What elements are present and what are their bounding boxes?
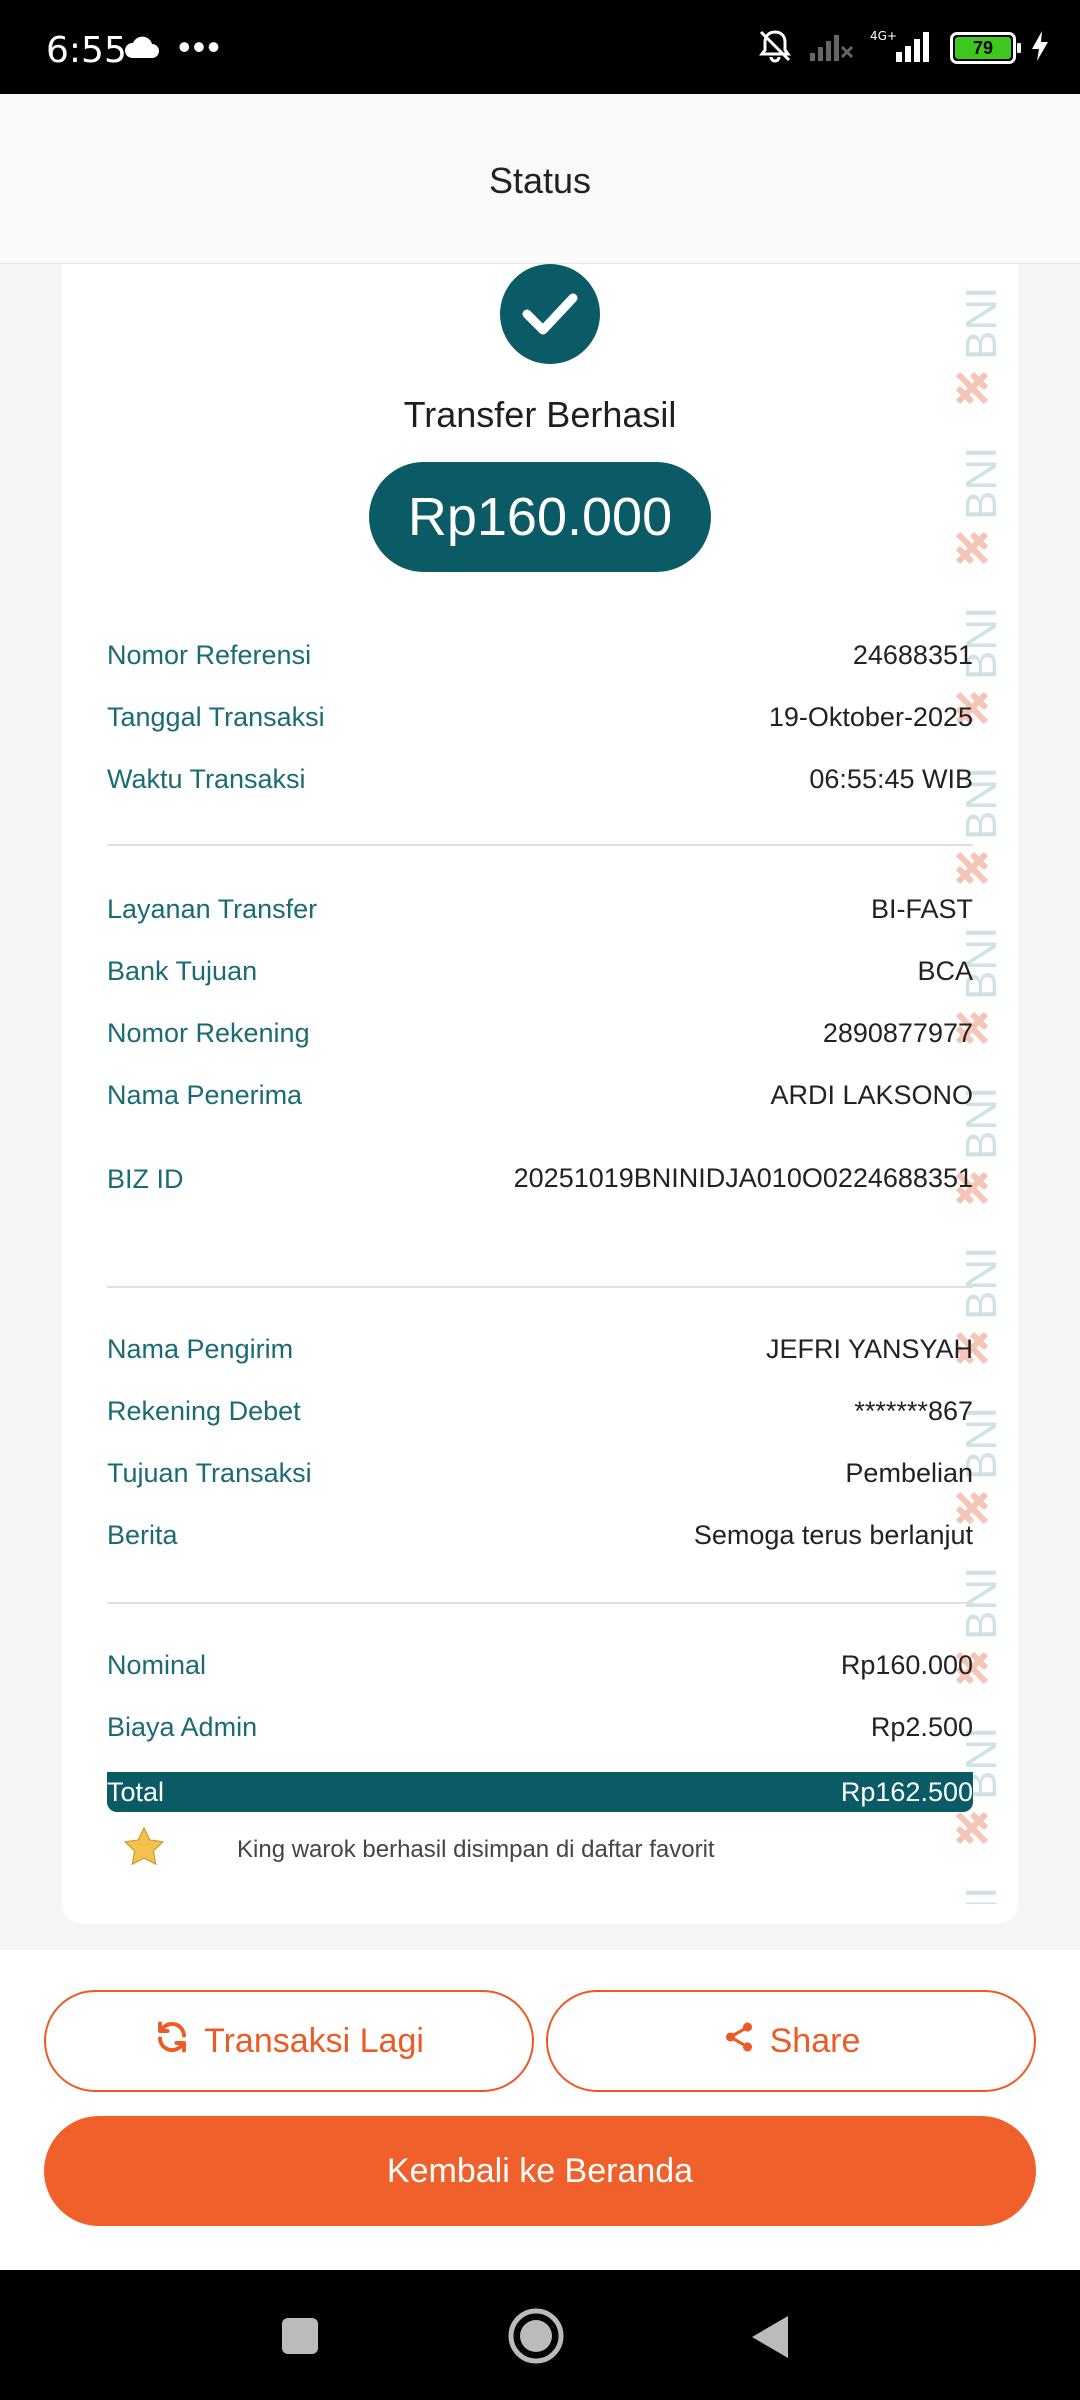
detail-label: Nama Pengirim (107, 1334, 294, 1364)
back-to-home-button[interactable]: Kembali ke Beranda (44, 2116, 1036, 2226)
divider (107, 1602, 973, 1604)
signal-sim2-icon: 4G+ (870, 28, 936, 69)
watermark-logo-mark (955, 1491, 989, 1525)
detail-label: Waktu Transaksi (107, 764, 306, 794)
status-bar: 6:55 ••• 4G+ 79 (0, 0, 1080, 94)
system-nav-bar (0, 2270, 1080, 2400)
detail-label: Nomor Referensi (107, 640, 312, 670)
battery-level: 79 (955, 37, 1011, 59)
detail-label: BIZ ID (107, 1164, 184, 1194)
favorite-message: King warok berhasil disimpan di daftar f… (237, 1836, 715, 1863)
detail-value: 20251019BNINIDJA010O0224688351 (513, 1163, 973, 1193)
refresh-icon (154, 2019, 190, 2064)
mute-bell-icon (756, 27, 794, 70)
favorite-notice: King warok berhasil disimpan di daftar f… (117, 1824, 977, 1874)
back-button[interactable] (750, 2314, 790, 2365)
app-header: Status (0, 94, 1080, 264)
share-button[interactable]: Share (546, 1990, 1036, 2092)
detail-value: 19-Oktober-2025 (768, 702, 973, 732)
share-icon (722, 2019, 756, 2064)
detail-value: Rp160.000 (840, 1650, 973, 1680)
detail-value: BCA (917, 956, 973, 986)
status-time: 6:55 (46, 30, 127, 71)
transfer-status-title: Transfer Berhasil (403, 394, 677, 435)
detail-value: BI-FAST (870, 894, 973, 924)
repeat-transaction-label: Transaksi Lagi (204, 2021, 424, 2060)
total-row: Total Rp162.500 (107, 1772, 973, 1812)
detail-label: Nominal (107, 1650, 207, 1680)
detail-value: Semoga terus berlanjut (693, 1520, 973, 1550)
detail-value: 06:55:45 WIB (809, 764, 973, 794)
recent-apps-button[interactable] (280, 2316, 320, 2361)
detail-value: ARDI LAKSONO (770, 1080, 973, 1110)
svg-text:4G+: 4G+ (870, 29, 897, 43)
detail-label: Rekening Debet (107, 1396, 301, 1426)
detail-value: 24688351 (852, 640, 973, 670)
detail-value: JEFRI YANSYAH (765, 1334, 973, 1364)
detail-label: Tanggal Transaksi (107, 702, 325, 732)
watermark-text: BNI (957, 1247, 1006, 1320)
repeat-transaction-button[interactable]: Transaksi Lagi (44, 1990, 534, 2092)
divider (107, 1286, 973, 1288)
detail-value: 2890877977 (822, 1018, 973, 1048)
page-title: Status (488, 160, 592, 201)
detail-label: Tujuan Transaksi (107, 1458, 312, 1488)
watermark-logo-mark (955, 851, 989, 885)
total-value: Rp162.500 (840, 1777, 973, 1807)
signal-sim1-icon (808, 29, 856, 68)
detail-label: Bank Tujuan (107, 956, 258, 986)
notification-dots: ••• (178, 26, 222, 67)
battery-icon: 79 (950, 32, 1021, 64)
detail-label: Layanan Transfer (107, 894, 318, 924)
watermark-text: BNI (957, 1887, 1006, 1904)
success-check-icon (500, 264, 600, 364)
action-area: Transaksi Lagi Share Kembali ke Beranda (0, 1950, 1080, 2270)
detail-value: *******867 (854, 1396, 973, 1426)
watermark-text: BNI (957, 287, 1006, 360)
detail-value: Pembelian (845, 1458, 973, 1488)
receipt-card: BNIBNIBNIBNIBNIBNIBNIBNIBNIBNIBNI Transf… (62, 264, 1018, 1924)
cloud-icon (124, 36, 160, 65)
detail-label: Nomor Rekening (107, 1018, 310, 1048)
charging-icon (1030, 29, 1050, 68)
detail-label: Biaya Admin (107, 1712, 258, 1742)
home-button[interactable] (506, 2306, 566, 2371)
detail-label: Nama Penerima (107, 1080, 303, 1110)
total-label: Total (107, 1777, 165, 1807)
divider (107, 844, 973, 846)
detail-value: Rp2.500 (870, 1712, 973, 1742)
watermark-logo-mark (955, 531, 989, 565)
star-icon[interactable] (121, 1824, 167, 1875)
watermark-text: BNI (957, 447, 1006, 520)
transfer-amount: Rp160.000 (369, 462, 711, 572)
detail-label: Berita (107, 1520, 178, 1550)
share-label: Share (769, 2021, 861, 2060)
